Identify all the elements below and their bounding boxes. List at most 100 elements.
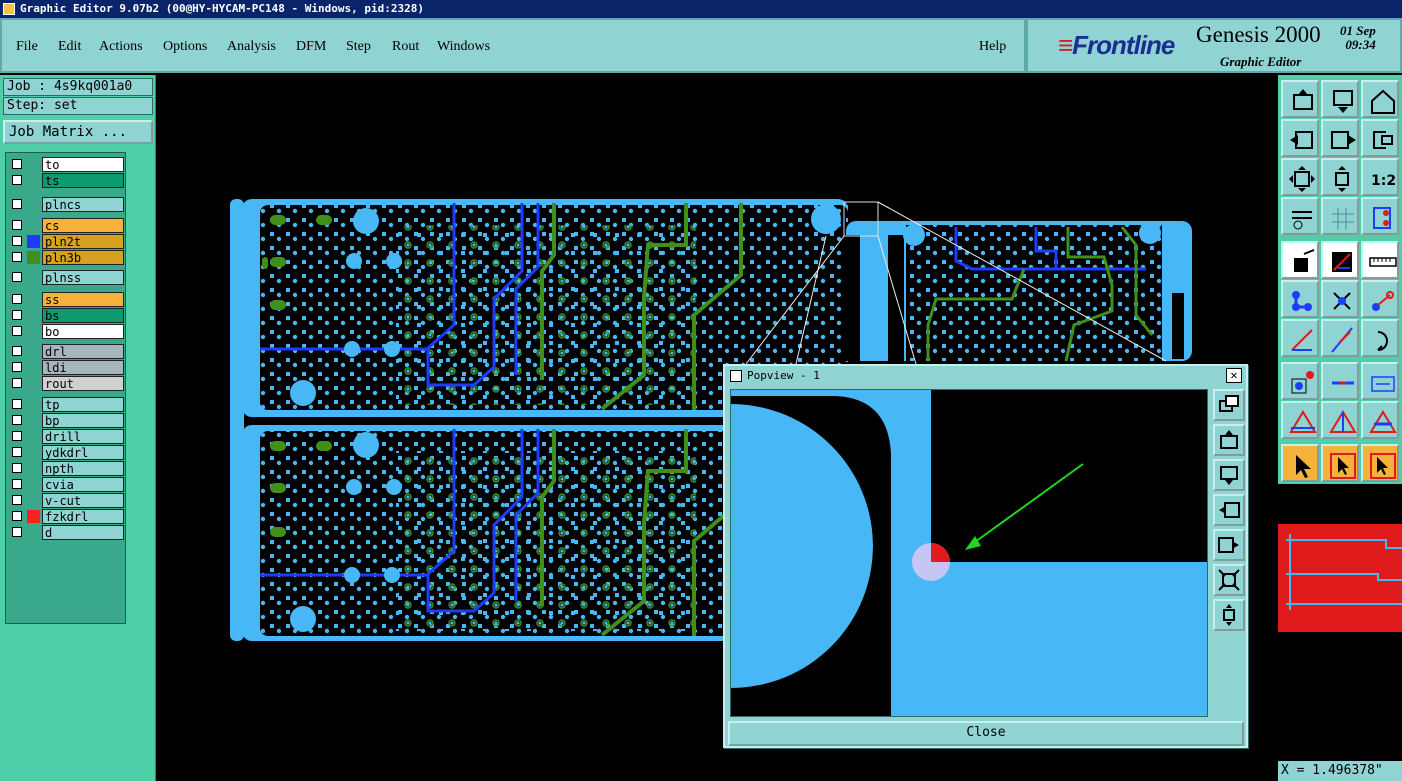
layer-checkbox[interactable]	[12, 346, 22, 356]
layer-checkbox[interactable]	[12, 159, 22, 169]
fit-frame-button[interactable]	[1281, 158, 1319, 196]
layer-row-bs[interactable]: bs	[8, 308, 125, 323]
layer-checkbox[interactable]	[12, 220, 22, 230]
ruler-button[interactable]	[1361, 241, 1399, 279]
layer-name[interactable]: ydkdrl	[42, 445, 124, 460]
menu-analysis[interactable]: Analysis	[227, 39, 276, 55]
menu-options[interactable]: Options	[163, 39, 207, 55]
menu-dfm[interactable]: DFM	[296, 39, 326, 55]
fit-center-button[interactable]	[1321, 158, 1359, 196]
popview-copy-view-button[interactable]	[1213, 389, 1245, 421]
layer-row-drill[interactable]: drill	[8, 429, 125, 444]
menu-file[interactable]: File	[16, 39, 38, 55]
layer-row-npth[interactable]: npth	[8, 461, 125, 476]
layer-row-plnss[interactable]: plnss	[8, 270, 125, 285]
layer-row-rout[interactable]: rout	[8, 376, 125, 391]
layer-row-fzkdrl[interactable]: fzkdrl	[8, 509, 125, 524]
menu-help[interactable]: Help	[979, 39, 1006, 55]
layer-row-ts[interactable]: ts	[8, 173, 125, 188]
dimension-button[interactable]	[1361, 362, 1399, 400]
layer-row-d[interactable]: d	[8, 525, 125, 540]
layer-checkbox[interactable]	[12, 495, 22, 505]
layer-checkbox[interactable]	[12, 463, 22, 473]
scale-1to1-button[interactable]: 1:2	[1361, 158, 1399, 196]
layer-name[interactable]: ss	[42, 292, 124, 307]
layer-name[interactable]: drill	[42, 429, 124, 444]
layer-checkbox[interactable]	[12, 236, 22, 246]
layer-checkbox[interactable]	[12, 378, 22, 388]
layer-row-to[interactable]: to	[8, 157, 125, 172]
layer-row-cvia[interactable]: cvia	[8, 477, 125, 492]
grid-button[interactable]	[1321, 197, 1359, 235]
layer-checkbox[interactable]	[12, 527, 22, 537]
layer-checkbox[interactable]	[12, 511, 22, 521]
pan-left-button[interactable]	[1281, 119, 1319, 157]
layer-name[interactable]: npth	[42, 461, 124, 476]
menu-step[interactable]: Step	[346, 39, 371, 55]
snap-tools-button[interactable]	[1281, 197, 1319, 235]
layer-row-ydkdrl[interactable]: ydkdrl	[8, 445, 125, 460]
arc-rotate-button[interactable]	[1361, 319, 1399, 357]
layer-name[interactable]: bs	[42, 308, 124, 323]
pointer-box-2-button[interactable]	[1361, 444, 1399, 482]
layer-name[interactable]: bo	[42, 324, 124, 339]
layer-checkbox[interactable]	[12, 272, 22, 282]
measure-line-button[interactable]	[1321, 241, 1359, 279]
slash-draw-button[interactable]	[1321, 319, 1359, 357]
popview-close-x[interactable]: ✕	[1226, 368, 1242, 383]
menu-actions[interactable]: Actions	[99, 39, 143, 55]
triangle-a-button[interactable]	[1281, 401, 1319, 439]
layer-name[interactable]: drl	[42, 344, 124, 359]
layer-name[interactable]: d	[42, 525, 124, 540]
popview-zoom-in-button[interactable]	[1213, 424, 1245, 456]
job-matrix-button[interactable]: Job Matrix ...	[3, 120, 153, 144]
line-draw-button[interactable]	[1281, 319, 1319, 357]
net-connect-button[interactable]	[1281, 280, 1319, 318]
layer-row-drl[interactable]: drl	[8, 344, 125, 359]
popview-center-button[interactable]	[1213, 599, 1245, 631]
layer-name[interactable]: cvia	[42, 477, 124, 492]
layer-name[interactable]: pln2t	[42, 234, 124, 249]
layer-name[interactable]: bp	[42, 413, 124, 428]
overview-minimap[interactable]	[1278, 483, 1402, 761]
feature-select-button[interactable]	[1281, 241, 1319, 279]
layer-row-ldi[interactable]: ldi	[8, 360, 125, 375]
point-select-button[interactable]	[1361, 280, 1399, 318]
undo-zoom-button[interactable]	[1361, 119, 1399, 157]
menu-edit[interactable]: Edit	[58, 39, 81, 55]
layer-row-pln3b[interactable]: pln3b	[8, 250, 125, 265]
popview-fit-button[interactable]	[1213, 564, 1245, 596]
layer-row-bo[interactable]: bo	[8, 324, 125, 339]
layer-row-plncs[interactable]: plncs	[8, 197, 125, 212]
layer-checkbox[interactable]	[12, 294, 22, 304]
layer-checkbox[interactable]	[12, 310, 22, 320]
layer-name[interactable]: pln3b	[42, 250, 124, 265]
popview-zoom-out-button[interactable]	[1213, 459, 1245, 491]
pan-right-button[interactable]	[1321, 119, 1359, 157]
pointer-box-button[interactable]	[1321, 444, 1359, 482]
popview-pan-right-button[interactable]	[1213, 529, 1245, 561]
layer-name[interactable]: cs	[42, 218, 124, 233]
layer-row-bp[interactable]: bp	[8, 413, 125, 428]
layer-name[interactable]: plnss	[42, 270, 124, 285]
triangle-c-button[interactable]	[1361, 401, 1399, 439]
popview-canvas[interactable]	[730, 389, 1208, 717]
layer-name[interactable]: plncs	[42, 197, 124, 212]
layer-name[interactable]: fzkdrl	[42, 509, 124, 524]
popview-close-button[interactable]: Close	[728, 721, 1244, 746]
segment-button[interactable]	[1321, 362, 1359, 400]
layer-checkbox[interactable]	[12, 399, 22, 409]
pointer-button[interactable]	[1281, 444, 1319, 482]
pad-select-button[interactable]	[1281, 362, 1319, 400]
layer-row-tp[interactable]: tp	[8, 397, 125, 412]
triangle-b-button[interactable]	[1321, 401, 1359, 439]
popview-pan-left-button[interactable]	[1213, 494, 1245, 526]
layer-checkbox[interactable]	[12, 199, 22, 209]
home-button[interactable]	[1361, 80, 1399, 118]
layer-checkbox[interactable]	[12, 479, 22, 489]
layer-name[interactable]: tp	[42, 397, 124, 412]
layer-checkbox[interactable]	[12, 447, 22, 457]
layer-row-v-cut[interactable]: v-cut	[8, 493, 125, 508]
layer-name[interactable]: rout	[42, 376, 124, 391]
layer-checkbox[interactable]	[12, 175, 22, 185]
